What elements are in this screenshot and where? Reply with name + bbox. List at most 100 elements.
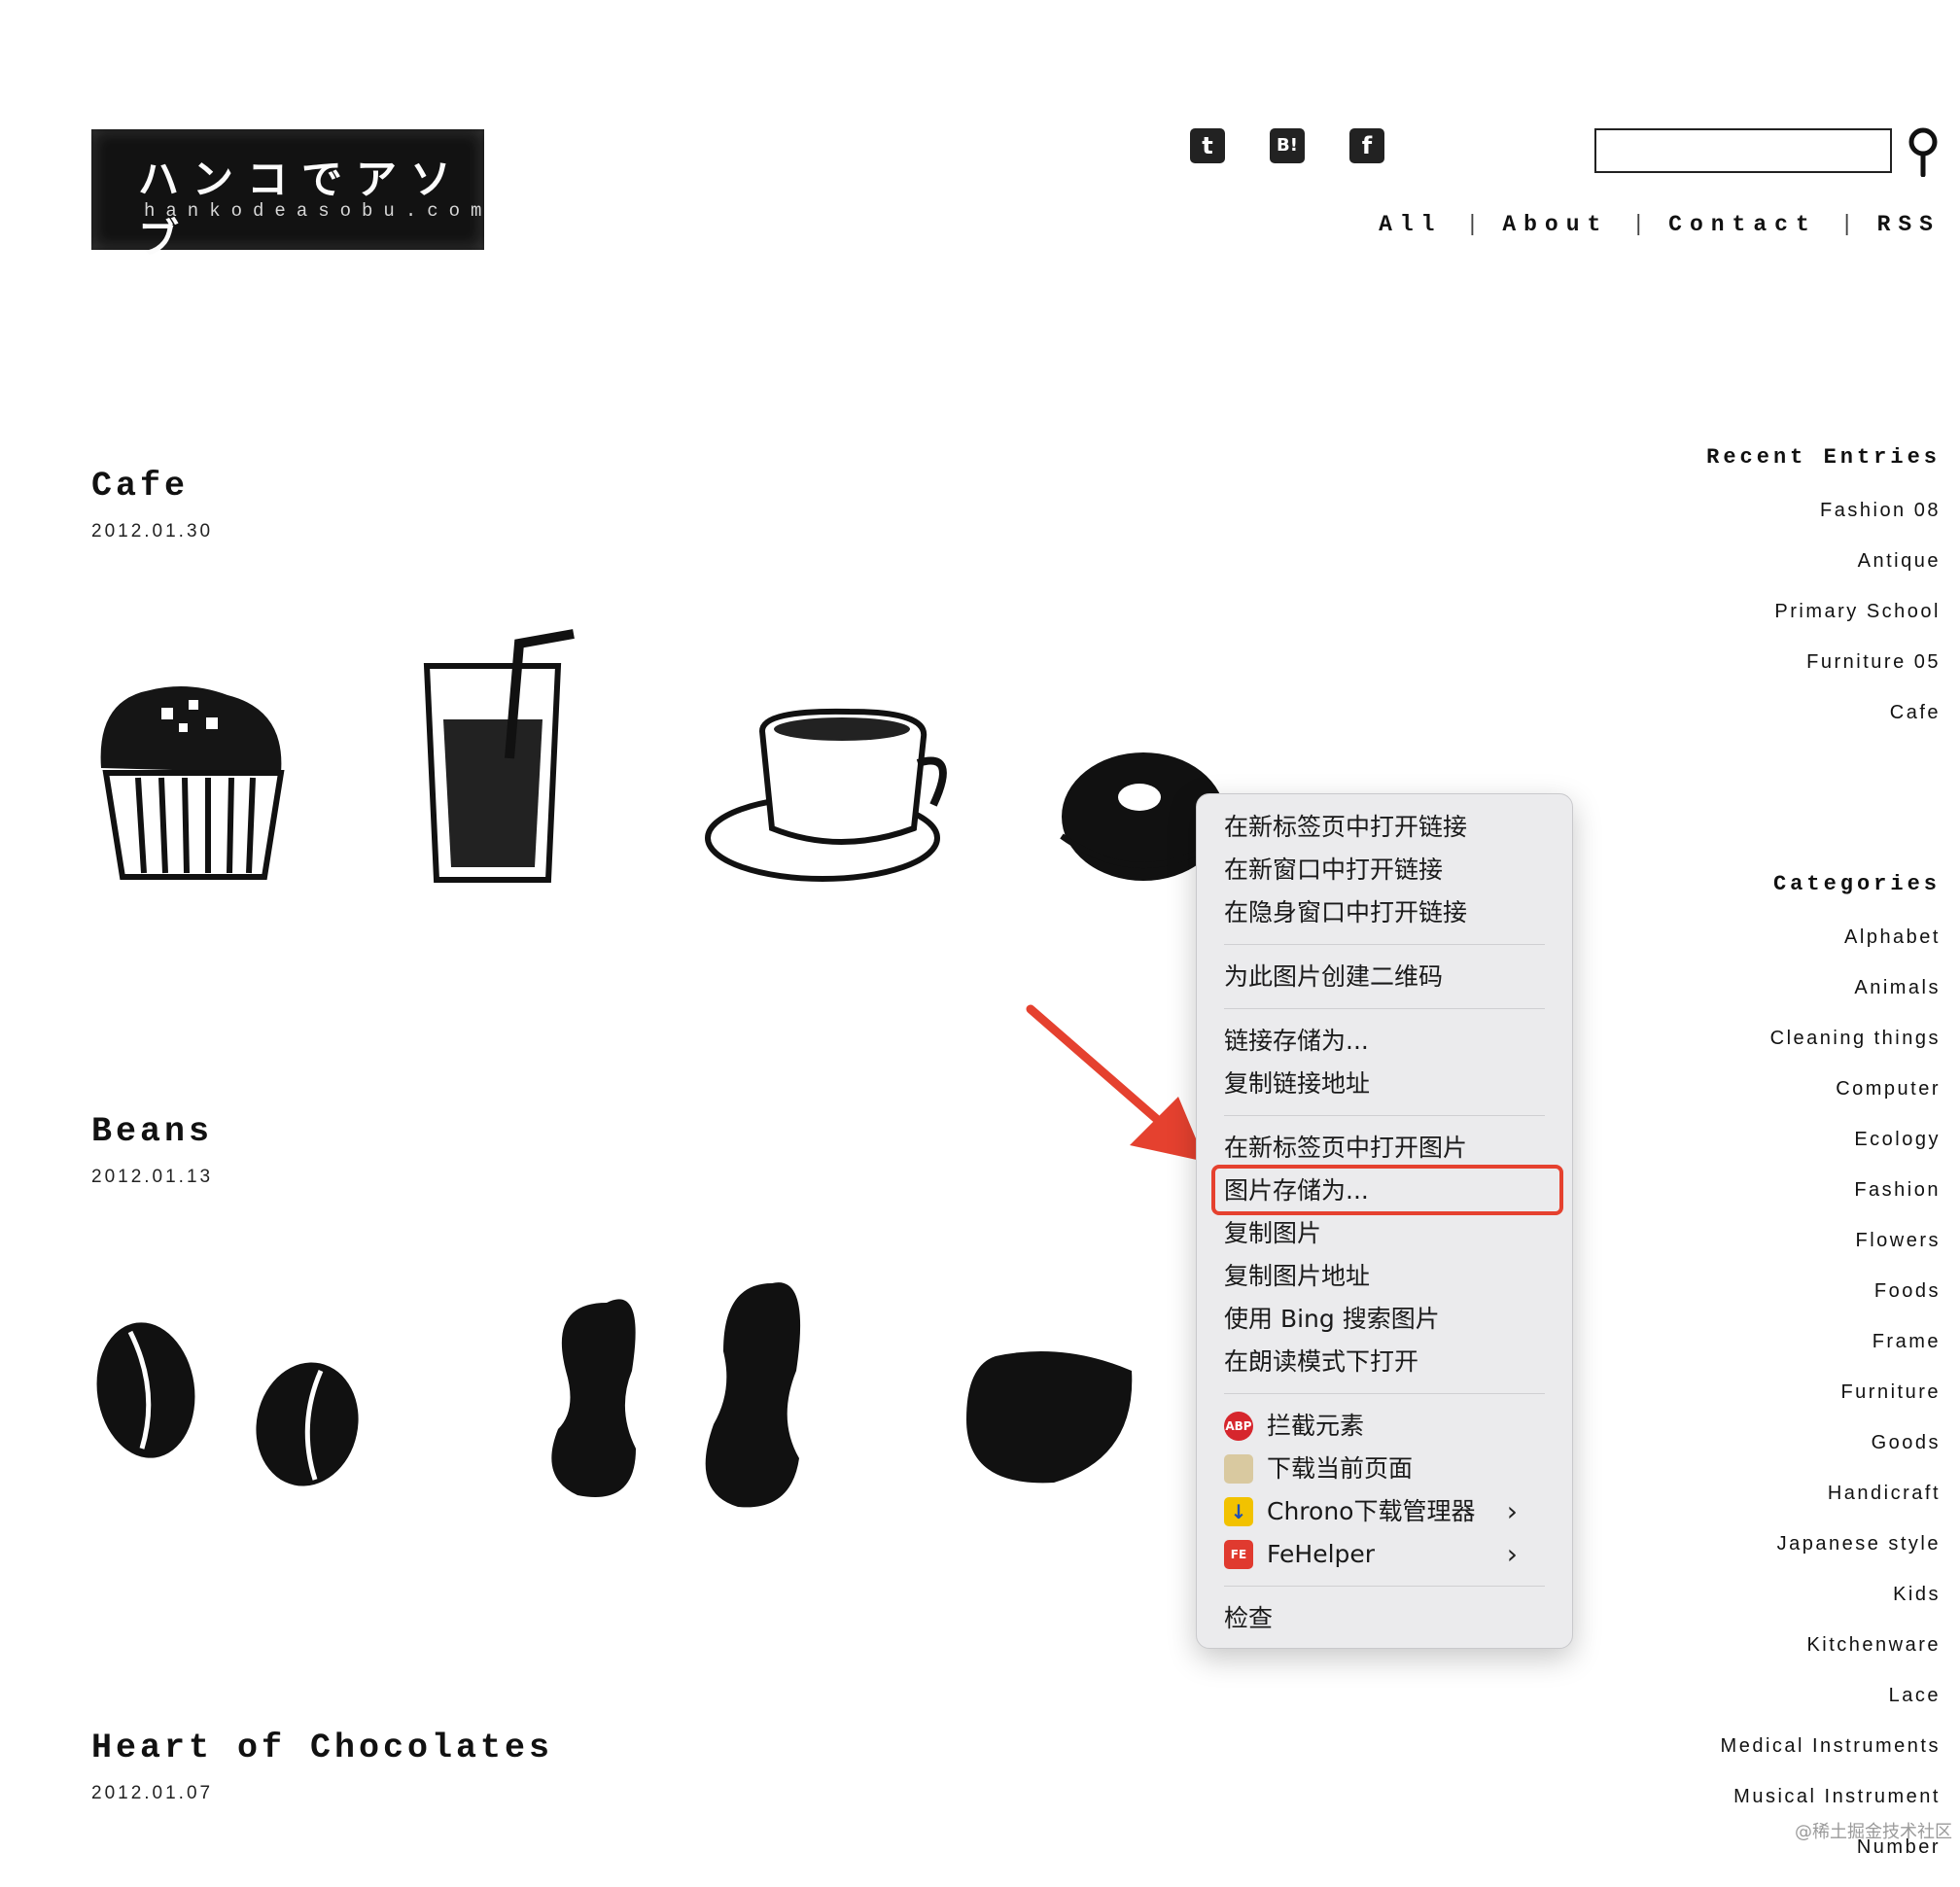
category-link[interactable]: Alphabet	[1844, 926, 1941, 948]
categories-list: Alphabet Animals Cleaning things Compute…	[1721, 926, 1941, 1887]
highlight-box	[1211, 1165, 1563, 1215]
post-title-heart-of-chocolates[interactable]: Heart of Chocolates	[91, 1729, 553, 1767]
menu-item-copy-image-address[interactable]: 复制图片地址	[1224, 1257, 1370, 1296]
nav-contact[interactable]: Contact	[1668, 212, 1817, 237]
list-item: Alphabet	[1721, 926, 1941, 977]
category-link[interactable]: Fashion	[1854, 1179, 1941, 1201]
post-date: 2012.01.13	[91, 1167, 214, 1187]
facebook-icon[interactable]: f	[1349, 128, 1384, 163]
search-input[interactable]	[1594, 128, 1892, 173]
menu-item-open-link-incognito[interactable]: 在隐身窗口中打开链接	[1224, 893, 1467, 932]
list-item: Cleaning things	[1721, 1028, 1941, 1078]
recent-entry-link[interactable]: Fashion 08	[1820, 500, 1941, 521]
menu-item-open-reader-mode[interactable]: 在朗读模式下打开	[1224, 1343, 1418, 1381]
beans-stamp-images[interactable]	[91, 1264, 1161, 1517]
site-logo[interactable]: ハンコでアソブ hankodeasobu.com	[91, 129, 484, 262]
list-item: Furniture	[1721, 1381, 1941, 1432]
muffin-image	[100, 686, 285, 880]
menu-item-download-page[interactable]: 下载当前页面	[1224, 1450, 1413, 1488]
menu-separator	[1224, 1586, 1545, 1587]
menu-item-block-element[interactable]: ABP 拦截元素	[1224, 1407, 1364, 1446]
list-item: Number	[1721, 1836, 1941, 1887]
hatena-bookmark-icon[interactable]: B!	[1270, 128, 1305, 163]
coffee-bean-image	[96, 1322, 195, 1458]
recent-entries-list: Fashion 08 Antique Primary School Furnit…	[1774, 500, 1941, 752]
category-link[interactable]: Animals	[1854, 977, 1941, 998]
menu-item-label: 下载当前页面	[1267, 1454, 1414, 1483]
post-title-cafe[interactable]: Cafe	[91, 467, 189, 506]
cafe-stamp-images[interactable]	[91, 622, 1239, 894]
menu-item-inspect[interactable]: 检查	[1224, 1599, 1273, 1638]
fehelper-icon: FE	[1224, 1540, 1253, 1569]
chrono-download-icon: ↓	[1224, 1497, 1253, 1526]
list-item: Kitchenware	[1721, 1634, 1941, 1685]
category-link[interactable]: Ecology	[1854, 1129, 1941, 1150]
list-item: Handicraft	[1721, 1483, 1941, 1533]
list-item: Fashion	[1721, 1179, 1941, 1230]
menu-item-open-link-new-tab[interactable]: 在新标签页中打开链接	[1224, 808, 1467, 847]
list-item: Frame	[1721, 1331, 1941, 1381]
list-item: Cafe	[1774, 702, 1941, 752]
recent-entry-link[interactable]: Cafe	[1890, 702, 1941, 723]
menu-item-copy-image[interactable]: 复制图片	[1224, 1214, 1321, 1253]
bean-image	[966, 1351, 1133, 1484]
menu-item-create-qr-code[interactable]: 为此图片创建二维码	[1224, 958, 1443, 996]
juice-glass-image	[423, 629, 575, 883]
coffee-bean-image	[256, 1362, 359, 1486]
nav-rss[interactable]: RSS	[1877, 212, 1941, 237]
category-link[interactable]: Musical Instrument	[1733, 1786, 1941, 1807]
twitter-icon[interactable]: t	[1190, 128, 1225, 163]
nav-separator: |	[1465, 212, 1480, 237]
nav-all[interactable]: All	[1379, 212, 1442, 237]
category-link[interactable]: Goods	[1872, 1432, 1941, 1453]
menu-item-label: FeHelper	[1267, 1540, 1376, 1568]
category-link[interactable]: Handicraft	[1828, 1483, 1941, 1504]
category-link[interactable]: Flowers	[1855, 1230, 1941, 1251]
search-icon[interactable]	[1906, 126, 1941, 177]
category-link[interactable]: Kitchenware	[1806, 1634, 1941, 1656]
list-item: Lace	[1721, 1685, 1941, 1735]
nav-separator: |	[1631, 212, 1646, 237]
menu-item-open-image-new-tab[interactable]: 在新标签页中打开图片	[1224, 1129, 1467, 1168]
list-item: Furniture 05	[1774, 651, 1941, 702]
category-link[interactable]: Medical Instruments	[1721, 1735, 1941, 1757]
menu-item-save-link-as[interactable]: 链接存储为...	[1224, 1022, 1369, 1061]
recent-entry-link[interactable]: Furniture 05	[1806, 651, 1941, 673]
recent-entry-link[interactable]: Antique	[1858, 550, 1941, 572]
menu-item-search-image-bing[interactable]: 使用 Bing 搜索图片	[1224, 1300, 1440, 1339]
post-title-beans[interactable]: Beans	[91, 1112, 213, 1151]
adblock-plus-icon: ABP	[1224, 1412, 1253, 1441]
download-page-icon	[1224, 1454, 1253, 1484]
menu-item-label: 拦截元素	[1267, 1412, 1365, 1440]
menu-item-chrono-download-manager[interactable]: ↓ Chrono下载管理器 ›	[1224, 1492, 1545, 1531]
list-item: Foods	[1721, 1280, 1941, 1331]
coffee-cup-image	[705, 708, 947, 882]
post-date: 2012.01.07	[91, 1783, 214, 1803]
list-item: Ecology	[1721, 1129, 1941, 1179]
menu-separator	[1224, 1393, 1545, 1394]
category-link[interactable]: Furniture	[1840, 1381, 1941, 1403]
submenu-arrow-icon: ›	[1506, 1538, 1518, 1570]
menu-item-open-link-new-window[interactable]: 在新窗口中打开链接	[1224, 851, 1443, 890]
list-item: Japanese style	[1721, 1533, 1941, 1584]
post-date: 2012.01.30	[91, 521, 214, 542]
menu-item-fehelper[interactable]: FE FeHelper ›	[1224, 1535, 1545, 1574]
category-link[interactable]: Lace	[1889, 1685, 1941, 1706]
category-link[interactable]: Kids	[1893, 1584, 1941, 1605]
watermark: @稀土掘金技术社区	[1795, 1822, 1952, 1842]
category-link[interactable]: Frame	[1872, 1331, 1941, 1352]
recent-entry-link[interactable]: Primary School	[1774, 601, 1941, 622]
category-link[interactable]: Foods	[1874, 1280, 1941, 1302]
top-nav: All | About | Contact | RSS	[1379, 212, 1941, 237]
nav-about[interactable]: About	[1502, 212, 1608, 237]
category-link[interactable]: Computer	[1836, 1078, 1941, 1100]
peanut-image	[551, 1299, 636, 1497]
category-link[interactable]: Japanese style	[1777, 1533, 1941, 1555]
menu-separator	[1224, 1115, 1545, 1116]
menu-item-copy-link-address[interactable]: 复制链接地址	[1224, 1065, 1370, 1103]
recent-entries-heading: Recent Entries	[1706, 445, 1941, 470]
categories-heading: Categories	[1772, 872, 1941, 896]
annotation-arrow-icon	[1026, 1004, 1206, 1162]
menu-separator	[1224, 944, 1545, 945]
category-link[interactable]: Cleaning things	[1770, 1028, 1941, 1049]
